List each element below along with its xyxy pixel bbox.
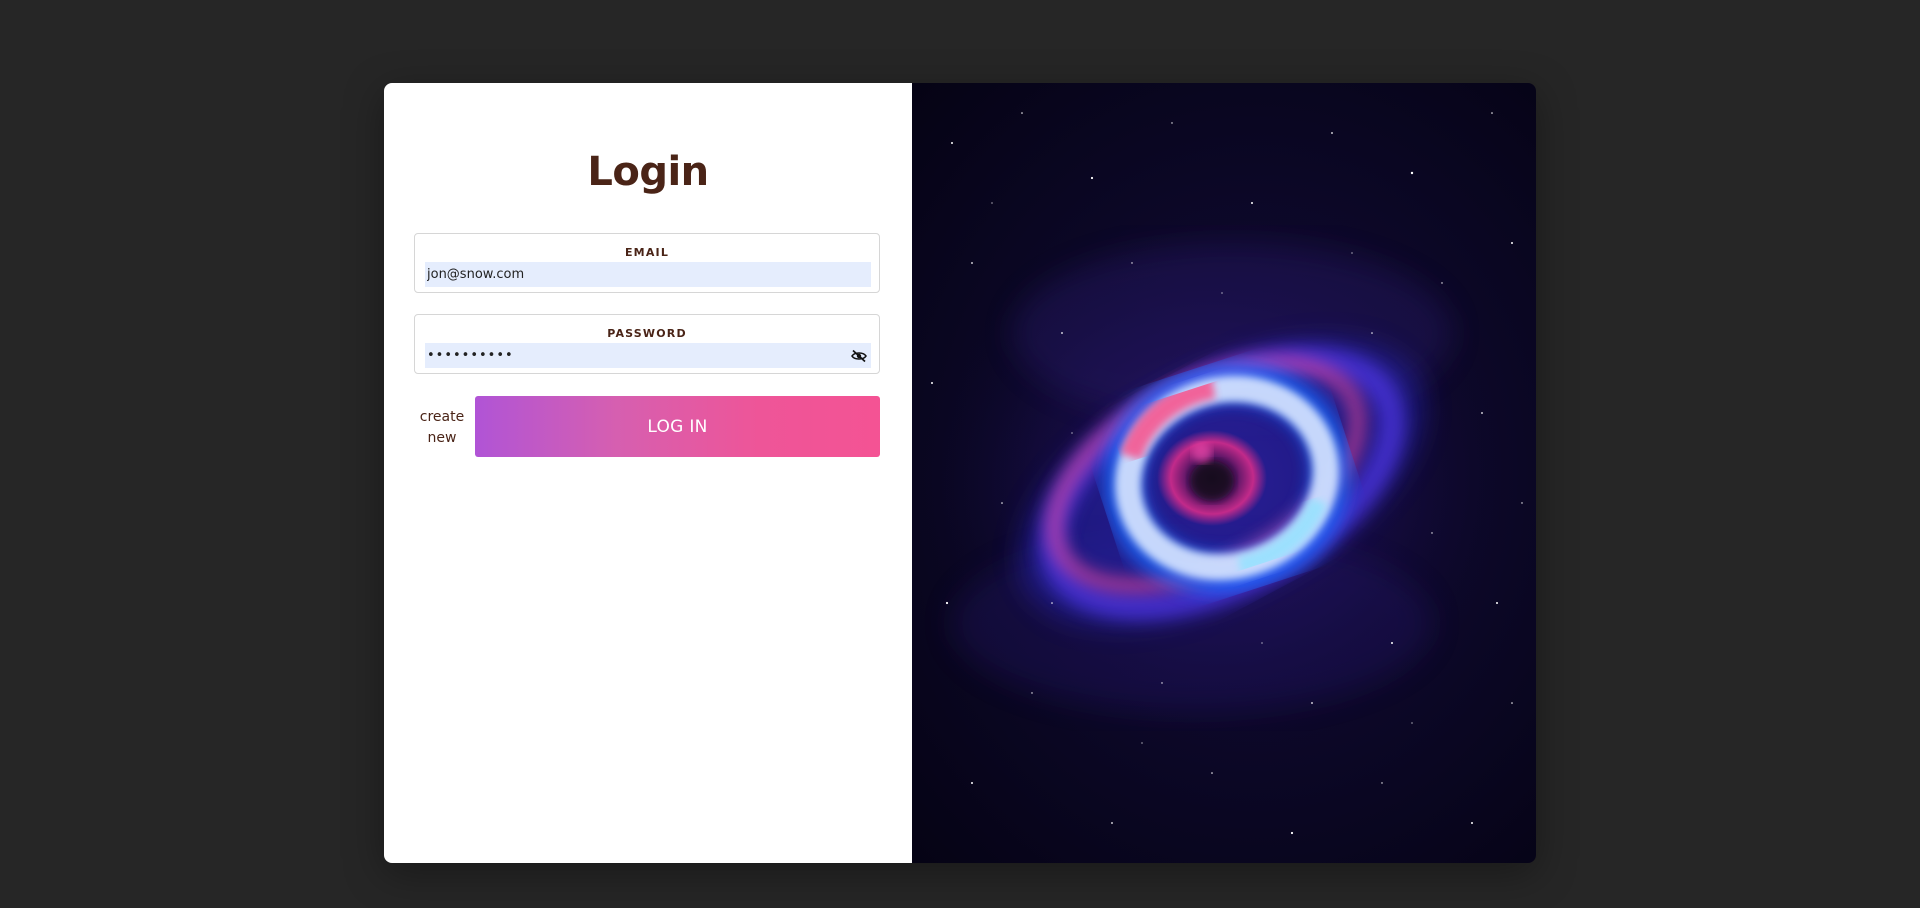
galaxy-eye-image — [912, 112, 1523, 835]
password-label: PASSWORD — [607, 327, 687, 340]
password-field-container: PASSWORD — [414, 314, 880, 374]
login-card: Login EMAIL PASSWORD create new LOG IN — [384, 83, 1536, 863]
eye-slash-icon[interactable] — [851, 349, 867, 363]
hero-image-panel — [912, 83, 1536, 863]
password-input[interactable] — [425, 343, 871, 368]
email-label: EMAIL — [624, 246, 670, 259]
page-title: Login — [587, 149, 709, 195]
create-new-link[interactable]: create new — [418, 407, 466, 449]
login-form-panel: Login EMAIL PASSWORD create new LOG IN — [384, 83, 912, 863]
email-field-container: EMAIL — [414, 233, 880, 293]
email-input[interactable] — [425, 262, 871, 287]
login-button[interactable]: LOG IN — [475, 396, 880, 457]
